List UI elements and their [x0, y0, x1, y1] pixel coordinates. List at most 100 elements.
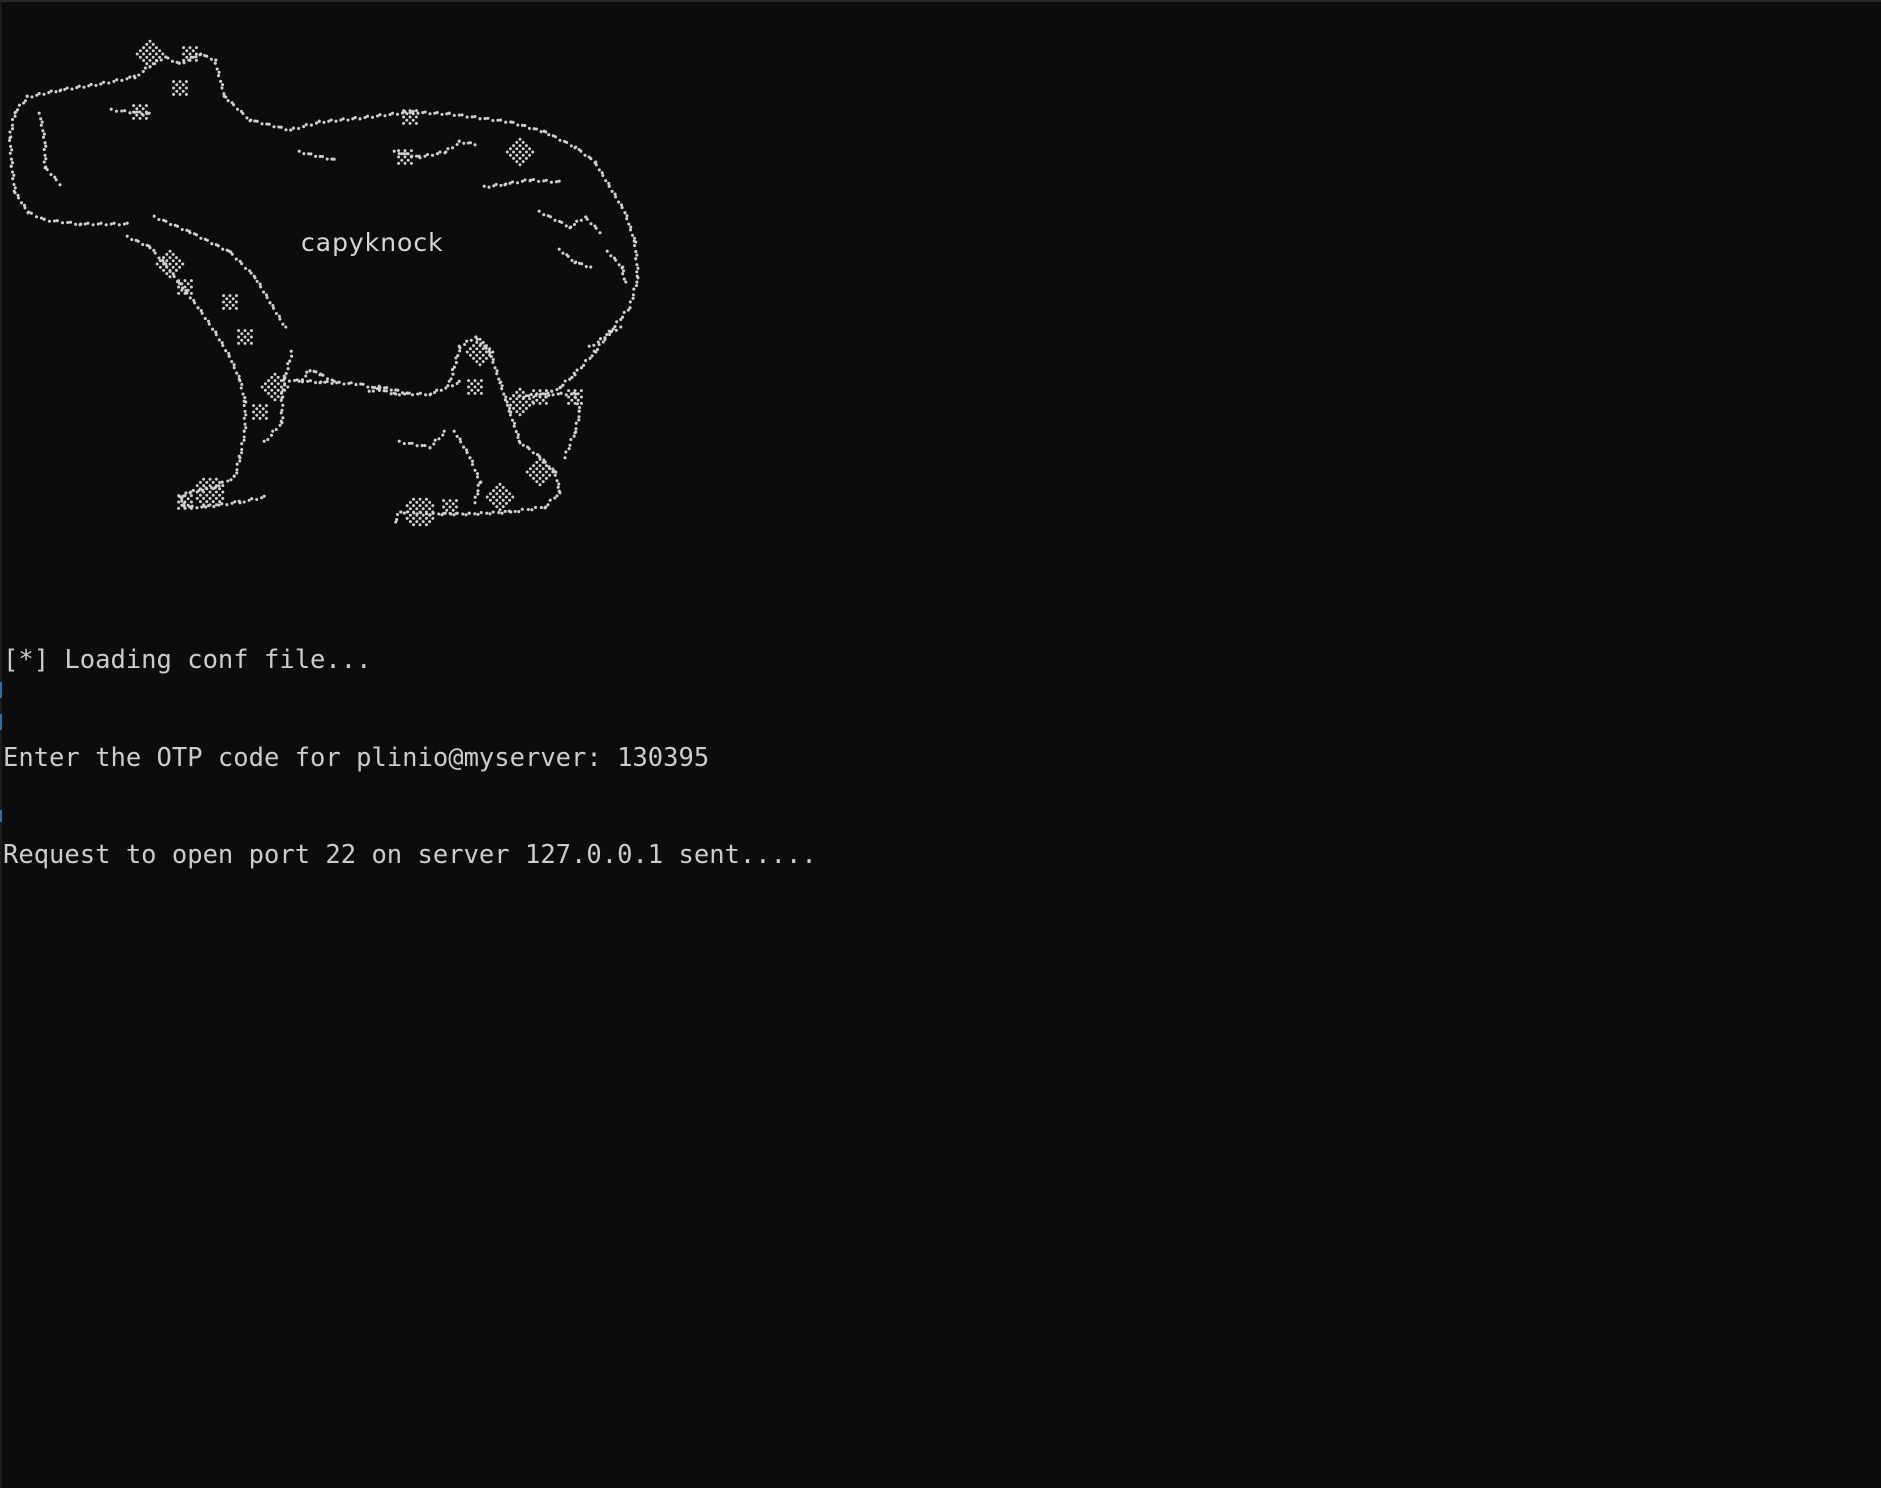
ascii-dot	[235, 371, 239, 375]
ascii-dot	[180, 282, 184, 286]
ascii-dot	[104, 223, 108, 227]
ascii-dot	[567, 447, 571, 451]
ascii-dot	[592, 343, 596, 347]
ascii-dot	[183, 285, 187, 289]
ascii-dot	[548, 498, 552, 502]
ascii-dot	[142, 58, 146, 62]
ascii-dot	[528, 147, 532, 151]
ascii-dot	[403, 155, 407, 159]
ascii-dot	[528, 403, 532, 407]
ascii-dot	[9, 164, 13, 168]
ascii-dot	[240, 382, 244, 386]
ascii-dot	[542, 179, 546, 183]
ascii-dot	[620, 206, 624, 210]
ascii-dot	[446, 384, 450, 388]
ascii-dot	[610, 329, 614, 333]
ascii-dot	[479, 391, 483, 395]
ascii-dot	[195, 496, 199, 500]
ascii-dot	[7, 138, 12, 143]
ascii-dot	[520, 507, 524, 511]
ascii-dot	[498, 495, 502, 499]
ascii-dot	[378, 386, 382, 390]
ascii-dot	[66, 220, 70, 225]
ascii-dot	[22, 203, 27, 207]
ascii-dot	[451, 502, 455, 506]
ascii-dot	[217, 338, 221, 342]
ascii-dot	[472, 344, 476, 348]
ascii-dot	[467, 385, 471, 389]
ascii-dot	[10, 123, 15, 127]
ascii-dot	[271, 306, 276, 310]
ascii-dot	[284, 325, 288, 329]
ascii-dot	[478, 337, 482, 341]
ascii-dot	[558, 138, 562, 142]
ascii-dot	[390, 111, 395, 115]
ascii-dot	[39, 123, 43, 127]
ascii-dot	[532, 470, 536, 474]
ascii-dot	[82, 85, 86, 89]
ascii-dot	[232, 363, 236, 367]
ascii-dot	[282, 377, 286, 381]
ascii-dot	[99, 221, 103, 225]
ascii-dot	[592, 349, 596, 353]
ascii-dot	[191, 49, 195, 53]
ascii-dot	[462, 141, 466, 145]
ascii-dot	[435, 111, 439, 115]
ascii-dot	[158, 55, 162, 59]
ascii-dot	[580, 262, 584, 266]
ascii-dot	[125, 234, 129, 238]
terminal-output[interactable]: [*] Loading conf file... Enter the OTP c…	[3, 579, 817, 937]
ascii-dot	[568, 443, 572, 447]
ascii-dot	[162, 262, 166, 266]
terminal-window[interactable]: capyknock [*] Loading conf file... Enter…	[0, 0, 1881, 1488]
ascii-dot	[263, 388, 267, 392]
ascii-dot	[278, 317, 282, 321]
ascii-dot	[240, 338, 244, 342]
ascii-dot	[397, 439, 401, 443]
ascii-dot	[575, 219, 579, 223]
ascii-dot	[77, 84, 81, 88]
ascii-dot	[306, 379, 310, 383]
ascii-dot	[365, 114, 370, 118]
ascii-dot	[314, 121, 319, 125]
ascii-dot	[397, 152, 401, 156]
ascii-dot	[181, 83, 185, 87]
ascii-dot	[158, 265, 162, 269]
ascii-dot	[632, 236, 637, 240]
ascii-dot	[533, 505, 538, 509]
ascii-dot	[497, 377, 501, 381]
ascii-dot	[470, 462, 475, 467]
ascii-dot	[405, 516, 409, 520]
ascii-dot	[241, 392, 245, 396]
ascii-dot	[492, 501, 496, 505]
ascii-dot	[258, 404, 262, 408]
ascii-dot	[461, 512, 465, 516]
ascii-dot	[184, 86, 188, 90]
ascii-dot	[588, 356, 592, 360]
ascii-dot	[400, 391, 405, 395]
ascii-dot	[627, 222, 631, 226]
ascii-dot	[525, 470, 529, 474]
ascii-dot	[424, 523, 428, 527]
ascii-dot	[510, 418, 515, 422]
ascii-dot	[397, 161, 401, 165]
ascii-dot	[194, 58, 198, 62]
ascii-dot	[594, 226, 598, 230]
ascii-dot	[243, 409, 247, 413]
ascii-dot	[125, 77, 129, 81]
ascii-dot	[211, 500, 215, 504]
output-line-otp: Enter the OTP code for plinio@myserver: …	[3, 742, 710, 773]
ascii-dot	[269, 433, 274, 437]
ascii-dot	[178, 259, 182, 263]
ascii-dot	[175, 224, 180, 228]
ascii-dot	[408, 500, 412, 504]
ascii-dot	[465, 115, 469, 119]
ascii-dot	[148, 246, 152, 250]
ascii-dot	[13, 114, 17, 118]
ascii-dot	[402, 441, 406, 446]
ascii-dot	[395, 112, 400, 116]
ascii-dot	[500, 384, 504, 388]
ascii-dot	[548, 473, 552, 477]
ascii-dot	[189, 291, 193, 295]
ascii-dot	[414, 121, 418, 125]
